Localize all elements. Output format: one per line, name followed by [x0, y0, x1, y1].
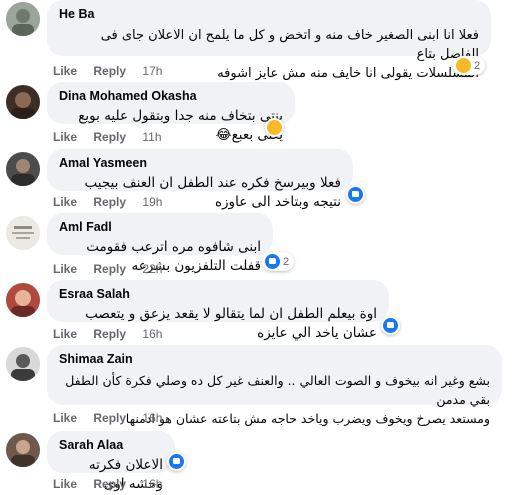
comment-bubble: Amal Yasmeen فعلا وبيرسخ فكره عند الطفل …: [47, 149, 353, 210]
reply-button[interactable]: Reply: [93, 64, 126, 78]
like-button[interactable]: Like: [53, 411, 77, 425]
like-reaction-icon: [265, 254, 280, 269]
reaction-badge[interactable]: [265, 118, 284, 137]
commenter-name[interactable]: Shimaa Zain: [59, 351, 490, 367]
like-reaction-icon: [169, 454, 184, 469]
reply-button[interactable]: Reply: [93, 327, 126, 341]
avatar[interactable]: [6, 216, 40, 250]
reaction-badge[interactable]: [346, 185, 365, 204]
reaction-count: 2: [474, 59, 481, 72]
like-button[interactable]: Like: [53, 195, 77, 209]
reply-button[interactable]: Reply: [93, 262, 126, 276]
comment-timestamp[interactable]: 22h: [142, 262, 162, 276]
reply-button[interactable]: Reply: [93, 130, 126, 144]
reply-button[interactable]: Reply: [93, 195, 126, 209]
comment-bubble: Dina Mohamed Okasha بنتى بتخاف منه جدا و…: [47, 82, 295, 143]
comment-timestamp[interactable]: 16h: [142, 411, 162, 425]
comment-bubble: Sarah Alaa الاعلان فكرته وحشه اوى: [47, 431, 175, 492]
comment-timestamp[interactable]: 16h: [142, 477, 162, 491]
commenter-name[interactable]: Esraa Salah: [59, 286, 377, 302]
avatar[interactable]: [6, 152, 40, 186]
reply-button[interactable]: Reply: [93, 477, 126, 491]
comment-actions: Like Reply 11h: [53, 130, 175, 144]
like-button[interactable]: Like: [53, 130, 77, 144]
commenter-name[interactable]: He Ba: [59, 6, 479, 22]
comment-bubble: Shimaa Zain بشع وغير انه بيخوف و الصوت ا…: [47, 345, 502, 426]
comment-actions: Like Reply 16h: [53, 411, 175, 425]
comment-text-line: بشع وغير انه بيخوف و الصوت العالي .. وال…: [65, 373, 490, 407]
comment-bubble: Aml Fadl ابنى شافوه مره اترعب فقومت قفلت…: [47, 213, 273, 274]
comment-bubble: Esraa Salah اوة بيعلم الطفل ان لما يتقال…: [47, 280, 389, 341]
avatar[interactable]: [6, 347, 40, 381]
comment-actions: Like Reply 16h: [53, 327, 175, 341]
reaction-count: 2: [283, 255, 290, 268]
comment-actions: Like Reply 17h: [53, 64, 175, 78]
comment-actions: Like Reply 22h: [53, 262, 175, 276]
avatar[interactable]: [6, 283, 40, 317]
sad-emoji-icon: [456, 58, 471, 73]
commenter-name[interactable]: Aml Fadl: [59, 219, 261, 235]
like-button[interactable]: Like: [53, 262, 77, 276]
reply-button[interactable]: Reply: [93, 411, 126, 425]
like-reaction-icon: [383, 318, 398, 333]
comment-timestamp[interactable]: 16h: [142, 327, 162, 341]
avatar[interactable]: [6, 433, 40, 467]
like-button[interactable]: Like: [53, 64, 77, 78]
comment-actions: Like Reply 19h: [53, 195, 175, 209]
reaction-badge[interactable]: [381, 316, 400, 335]
haha-emoji-icon: [267, 120, 282, 135]
avatar[interactable]: [6, 85, 40, 119]
comment-actions: Like Reply 16h: [53, 477, 175, 491]
comment-timestamp[interactable]: 19h: [142, 195, 162, 209]
commenter-name[interactable]: Amal Yasmeen: [59, 155, 341, 171]
like-button[interactable]: Like: [53, 477, 77, 491]
comment-timestamp[interactable]: 11h: [142, 130, 161, 144]
comment-timestamp[interactable]: 17h: [142, 64, 162, 78]
avatar[interactable]: [6, 2, 40, 36]
comment-text-line: فعلا انا ابنى الصغير خاف منه و اتخض و كل…: [100, 28, 479, 62]
reaction-badge[interactable]: [167, 452, 186, 471]
comment-bubble: He Ba فعلا انا ابنى الصغير خاف منه و اتخ…: [47, 0, 491, 81]
commenter-name[interactable]: Sarah Alaa: [59, 437, 163, 453]
commenter-name[interactable]: Dina Mohamed Okasha: [59, 88, 283, 104]
reaction-badge[interactable]: 2: [262, 252, 295, 271]
reaction-badge[interactable]: 2: [453, 56, 486, 75]
like-button[interactable]: Like: [53, 327, 77, 341]
like-reaction-icon: [348, 187, 363, 202]
